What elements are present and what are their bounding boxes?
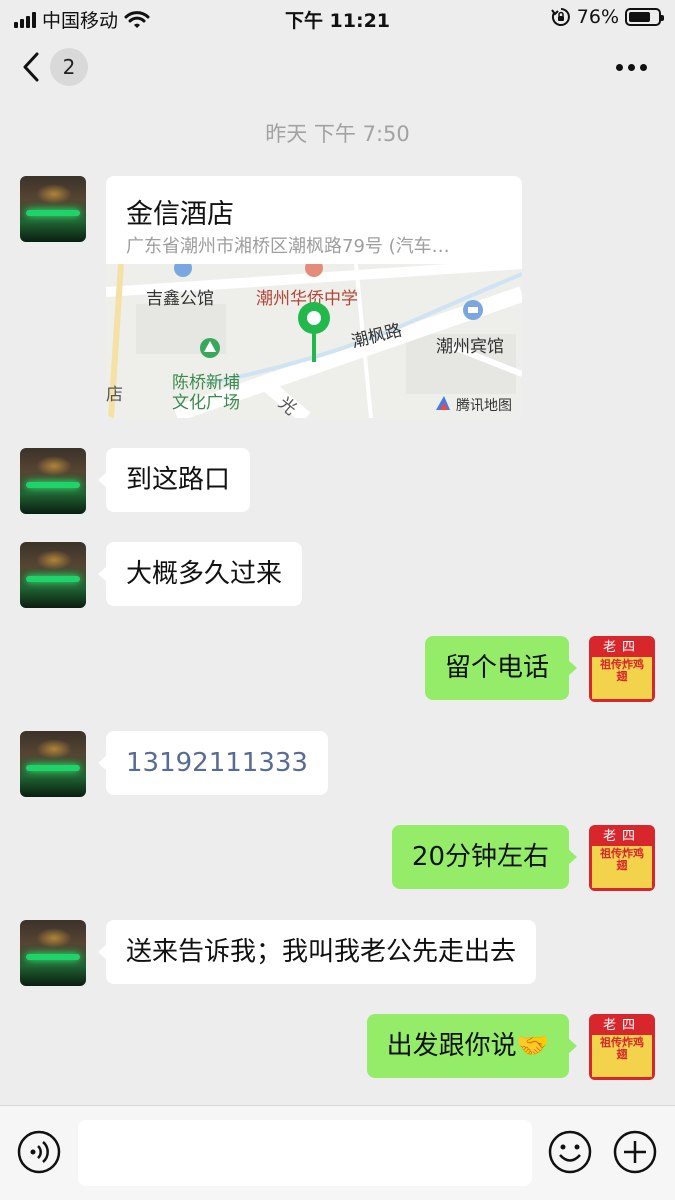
message-bubble[interactable]: 出发跟你说🤝 <box>366 1014 578 1078</box>
message-bubble[interactable]: 到这路口 <box>97 448 251 512</box>
contact-avatar[interactable] <box>20 542 86 608</box>
message-bubble-phone-number[interactable]: 13192111333 <box>98 731 328 795</box>
message-bubble[interactable]: 送来告诉我；我叫我老公先走出去 <box>97 920 537 984</box>
my-avatar[interactable]: 老四 祖传炸鸡翅 <box>589 825 655 891</box>
location-map[interactable]: 吉鑫公馆 潮州华侨中学 潮枫路 潮州宾馆 陈桥新埔 文化广场 店 光 腾讯地图 <box>106 264 522 418</box>
chat-header: 2 <box>0 34 675 106</box>
message-timestamp: 昨天 下午 7:50 <box>265 122 410 146</box>
battery-icon <box>625 8 664 26</box>
contact-avatar[interactable] <box>20 176 86 242</box>
location-address: 广东省潮州市湘桥区潮枫路79号 (汽车… <box>126 236 450 257</box>
location-card[interactable]: 金信酒店 广东省潮州市湘桥区潮枫路79号 (汽车… 吉鑫公馆 潮州华侨中学 潮枫… <box>106 176 522 418</box>
message-input[interactable] <box>78 1120 532 1186</box>
unread-count-badge: 2 <box>50 48 88 86</box>
contact-avatar[interactable] <box>20 731 86 797</box>
avatar-shop-body-text: 祖传炸鸡翅 <box>600 1036 644 1061</box>
avatar-shop-top-text: 老四 <box>592 639 652 657</box>
status-right: 76% <box>550 6 664 28</box>
my-avatar[interactable]: 老四 祖传炸鸡翅 <box>589 1014 655 1080</box>
input-bar <box>0 1105 675 1200</box>
message-bubble[interactable]: 20分钟左右 <box>391 825 578 889</box>
back-button[interactable]: 2 <box>20 48 88 86</box>
battery-fill <box>629 12 651 22</box>
map-label-edge-1: 店 <box>106 385 123 405</box>
rotation-lock-icon <box>550 8 570 26</box>
avatar-shop-top-text: 老四 <box>592 828 652 846</box>
battery-percent: 76% <box>576 6 619 28</box>
map-provider-label: 腾讯地图 <box>456 397 512 414</box>
avatar-shop-body-text: 祖传炸鸡翅 <box>600 847 644 872</box>
location-title: 金信酒店 <box>126 199 234 230</box>
contact-avatar[interactable] <box>20 448 86 514</box>
emoji-icon[interactable] <box>548 1130 592 1174</box>
avatar-shop-top-text: 老四 <box>592 1017 652 1035</box>
my-avatar[interactable]: 老四 祖传炸鸡翅 <box>589 636 655 702</box>
plus-icon[interactable] <box>613 1130 657 1174</box>
status-bar: 中国移动 下午 11:21 76% <box>0 0 675 34</box>
map-label-poi-4-line2: 文化广场 <box>172 393 240 413</box>
message-bubble[interactable]: 大概多久过来 <box>97 542 303 606</box>
more-icon[interactable] <box>616 64 647 71</box>
contact-avatar[interactable] <box>20 920 86 986</box>
map-label-poi-4-line1: 陈桥新埔 <box>172 373 240 393</box>
map-label-poi-3: 潮州宾馆 <box>436 337 504 357</box>
map-label-poi-1: 吉鑫公馆 <box>146 289 214 309</box>
voice-icon[interactable] <box>17 1130 61 1174</box>
avatar-shop-body-text: 祖传炸鸡翅 <box>600 658 644 683</box>
back-chevron-icon <box>23 52 39 82</box>
message-bubble[interactable]: 留个电话 <box>424 636 578 700</box>
